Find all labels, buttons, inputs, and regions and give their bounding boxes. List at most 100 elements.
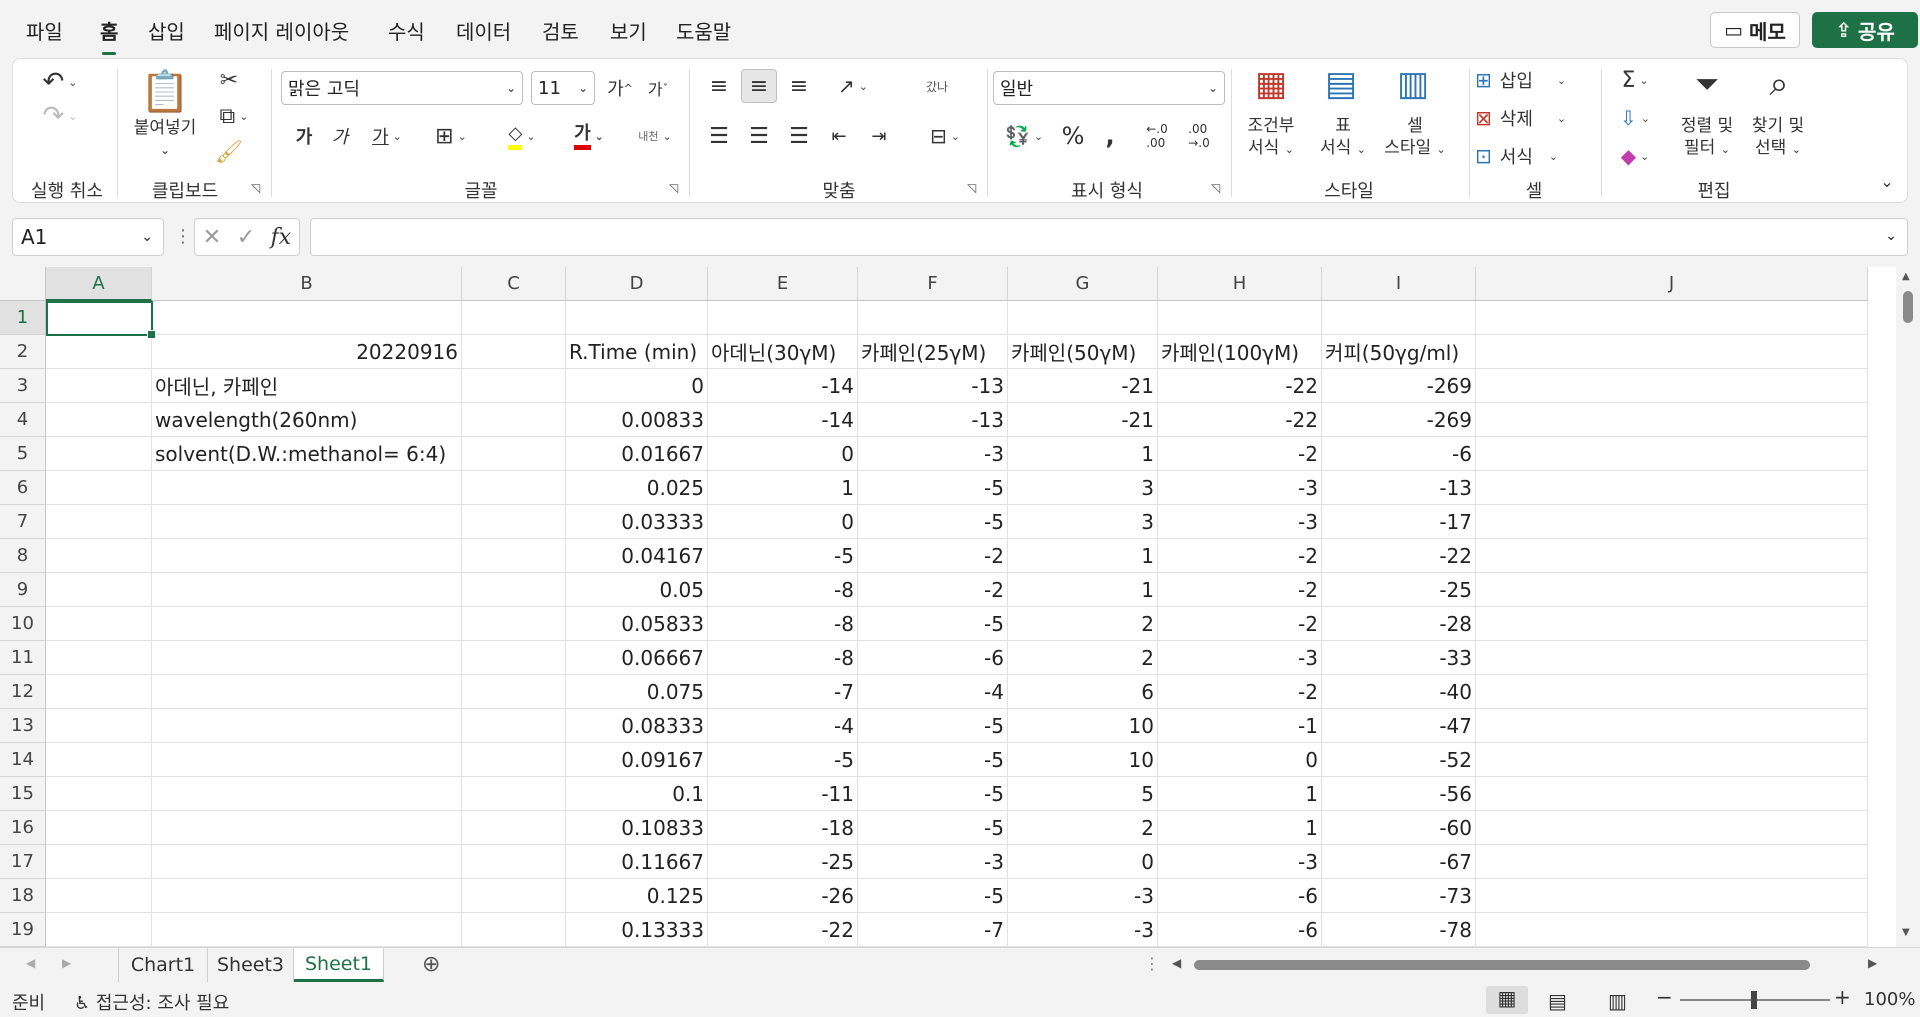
cell-G14[interactable]: 10: [1008, 743, 1158, 777]
cell-J19[interactable]: [1476, 913, 1868, 947]
cell-J15[interactable]: [1476, 777, 1868, 811]
cell-B6[interactable]: [152, 471, 462, 505]
cell-D18[interactable]: 0.125: [566, 879, 708, 913]
cell-G11[interactable]: 2: [1008, 641, 1158, 675]
cell-G8[interactable]: 1: [1008, 539, 1158, 573]
cell-G16[interactable]: 2: [1008, 811, 1158, 845]
align-left-button[interactable]: ☰: [701, 119, 737, 153]
cell-E4[interactable]: -14: [708, 403, 858, 437]
dialog-launcher-icon[interactable]: ◹: [251, 181, 260, 195]
cell-J9[interactable]: [1476, 573, 1868, 607]
cell-C5[interactable]: [462, 437, 566, 471]
cell-C18[interactable]: [462, 879, 566, 913]
zoom-slider[interactable]: [1680, 991, 1830, 1009]
cell-C7[interactable]: [462, 505, 566, 539]
cell-A6[interactable]: [46, 471, 152, 505]
column-header-D[interactable]: D: [566, 267, 708, 301]
cell-A17[interactable]: [46, 845, 152, 879]
cell-B4[interactable]: wavelength(260nm): [152, 403, 462, 437]
cell-D15[interactable]: 0.1: [566, 777, 708, 811]
name-box[interactable]: A1 ⌄: [12, 218, 164, 256]
cell-A16[interactable]: [46, 811, 152, 845]
increase-font-button[interactable]: 가 ^: [603, 71, 637, 105]
cell-H7[interactable]: -3: [1158, 505, 1322, 539]
row-header-4[interactable]: 4: [0, 403, 46, 437]
cell-B9[interactable]: [152, 573, 462, 607]
borders-button[interactable]: ⊞ ⌄: [425, 119, 477, 153]
dialog-launcher-icon[interactable]: ◹: [967, 181, 976, 195]
cell-F18[interactable]: -5: [858, 879, 1008, 913]
cell-H10[interactable]: -2: [1158, 607, 1322, 641]
undo-button[interactable]: ↶ ⌄: [35, 65, 85, 99]
row-header-17[interactable]: 17: [0, 845, 46, 879]
cell-J1[interactable]: [1476, 301, 1868, 335]
more-options-icon[interactable]: ⋮: [174, 226, 192, 247]
cell-I7[interactable]: -17: [1322, 505, 1476, 539]
cell-F17[interactable]: -3: [858, 845, 1008, 879]
page-break-view-button[interactable]: ▥: [1608, 989, 1627, 1013]
zoom-in-button[interactable]: +: [1834, 985, 1851, 1009]
cell-J7[interactable]: [1476, 505, 1868, 539]
cell-F13[interactable]: -5: [858, 709, 1008, 743]
prev-sheet-icon[interactable]: ◀: [26, 956, 35, 970]
cell-E1[interactable]: [708, 301, 858, 335]
cell-G1[interactable]: [1008, 301, 1158, 335]
cell-D2[interactable]: R.Time (min): [566, 335, 708, 369]
conditional-format-button[interactable]: ▦: [1243, 61, 1299, 107]
cell-A4[interactable]: [46, 403, 152, 437]
cell-I8[interactable]: -22: [1322, 539, 1476, 573]
cell-C11[interactable]: [462, 641, 566, 675]
cell-I4[interactable]: -269: [1322, 403, 1476, 437]
cell-E8[interactable]: -5: [708, 539, 858, 573]
cell-D12[interactable]: 0.075: [566, 675, 708, 709]
cell-J14[interactable]: [1476, 743, 1868, 777]
cell-F7[interactable]: -5: [858, 505, 1008, 539]
cell-H9[interactable]: -2: [1158, 573, 1322, 607]
menu-home[interactable]: 홈: [100, 16, 118, 55]
clear-button[interactable]: ◆ ⌄: [1607, 139, 1663, 173]
cell-I14[interactable]: -52: [1322, 743, 1476, 777]
cell-F16[interactable]: -5: [858, 811, 1008, 845]
cell-C13[interactable]: [462, 709, 566, 743]
cell-E9[interactable]: -8: [708, 573, 858, 607]
cell-J10[interactable]: [1476, 607, 1868, 641]
cell-E7[interactable]: 0: [708, 505, 858, 539]
cell-I15[interactable]: -56: [1322, 777, 1476, 811]
horizontal-scroll-thumb[interactable]: [1194, 960, 1810, 970]
cell-H4[interactable]: -22: [1158, 403, 1322, 437]
cell-F19[interactable]: -7: [858, 913, 1008, 947]
cell-J16[interactable]: [1476, 811, 1868, 845]
cell-H15[interactable]: 1: [1158, 777, 1322, 811]
cell-F9[interactable]: -2: [858, 573, 1008, 607]
cell-A15[interactable]: [46, 777, 152, 811]
row-header-3[interactable]: 3: [0, 369, 46, 403]
cell-D1[interactable]: [566, 301, 708, 335]
cell-G7[interactable]: 3: [1008, 505, 1158, 539]
cell-E12[interactable]: -7: [708, 675, 858, 709]
cell-J13[interactable]: [1476, 709, 1868, 743]
cell-G12[interactable]: 6: [1008, 675, 1158, 709]
cell-J2[interactable]: [1476, 335, 1868, 369]
column-header-F[interactable]: F: [858, 267, 1008, 301]
row-header-12[interactable]: 12: [0, 675, 46, 709]
cell-E15[interactable]: -11: [708, 777, 858, 811]
check-icon[interactable]: ✓: [237, 225, 255, 250]
zoom-out-button[interactable]: −: [1656, 985, 1673, 1009]
cell-F1[interactable]: [858, 301, 1008, 335]
cell-J11[interactable]: [1476, 641, 1868, 675]
cell-F6[interactable]: -5: [858, 471, 1008, 505]
cell-C10[interactable]: [462, 607, 566, 641]
row-header-16[interactable]: 16: [0, 811, 46, 845]
cell-A11[interactable]: [46, 641, 152, 675]
row-header-18[interactable]: 18: [0, 879, 46, 913]
cell-G15[interactable]: 5: [1008, 777, 1158, 811]
increase-decimal-button[interactable]: ←.0.00: [1137, 119, 1177, 153]
cell-D7[interactable]: 0.03333: [566, 505, 708, 539]
sheet-tab-sheet1[interactable]: Sheet1: [294, 948, 384, 982]
cell-H6[interactable]: -3: [1158, 471, 1322, 505]
row-header-1[interactable]: 1: [0, 301, 46, 335]
cell-J18[interactable]: [1476, 879, 1868, 913]
cell-D13[interactable]: 0.08333: [566, 709, 708, 743]
column-header-J[interactable]: J: [1476, 267, 1868, 301]
cell-G6[interactable]: 3: [1008, 471, 1158, 505]
